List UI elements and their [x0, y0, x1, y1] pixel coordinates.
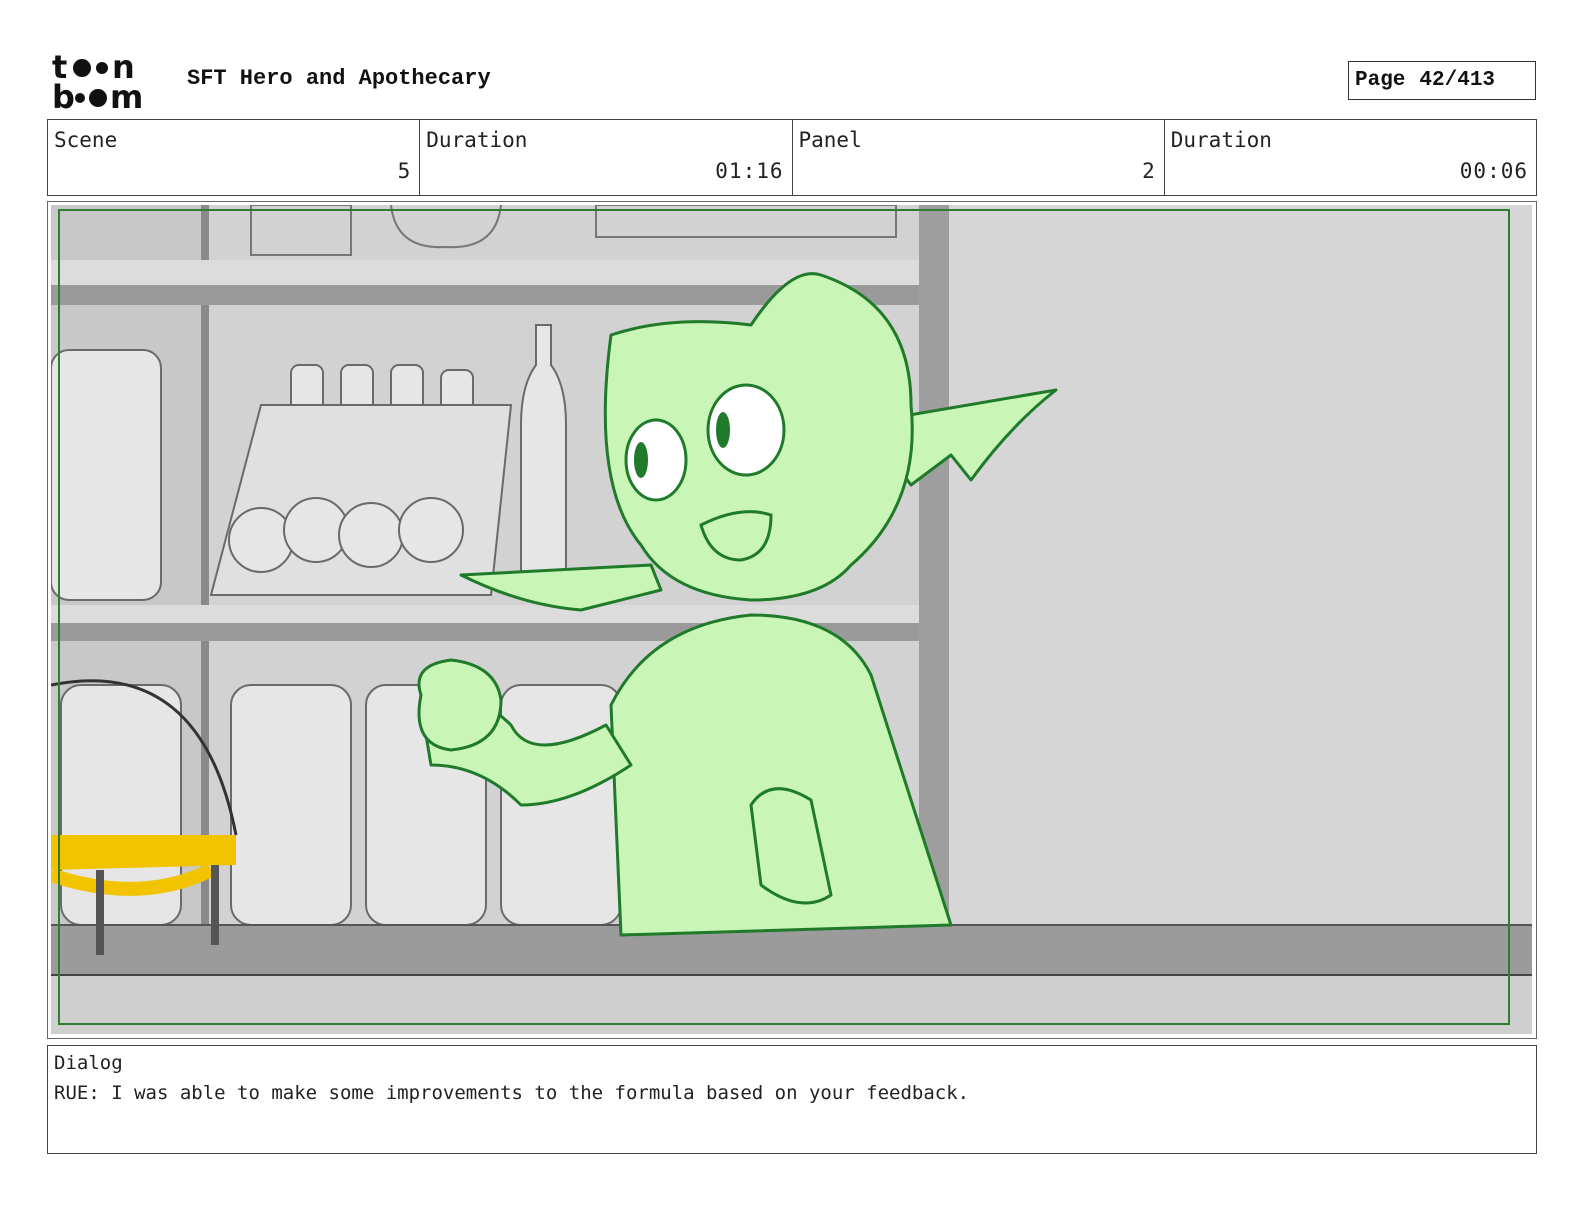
panel-duration-label: Duration	[1170, 128, 1272, 152]
toon-boom-logo: t n b m	[50, 48, 165, 116]
panel-value: 2	[1142, 159, 1156, 183]
svg-text:m: m	[110, 78, 143, 112]
panel-duration-value: 00:06	[1459, 159, 1528, 183]
panel-cell: Panel 2	[793, 120, 1165, 195]
scene-value: 5	[397, 159, 412, 183]
scene-duration-value: 01:16	[715, 159, 784, 183]
dialog-text: RUE: I was able to make some improvement…	[54, 1082, 970, 1104]
panel-duration-cell: Duration 00:06	[1165, 120, 1536, 195]
svg-text:b: b	[52, 78, 75, 112]
page-label: Page	[1355, 69, 1406, 92]
dialog-label: Dialog	[54, 1052, 123, 1074]
panel-label: Panel	[798, 128, 862, 152]
page-number: 42/413	[1419, 69, 1496, 92]
scene-duration-label: Duration	[426, 128, 528, 152]
page-indicator: Page 42/413	[1348, 61, 1536, 100]
scene-label: Scene	[54, 128, 118, 152]
project-title: SFT Hero and Apothecary	[187, 66, 491, 91]
storyboard-panel	[47, 201, 1537, 1039]
storyboard-info-row: Scene 5 Duration 01:16 Panel 2 Duration …	[47, 119, 1537, 196]
panel-sketch	[51, 205, 1532, 1034]
scene-cell: Scene 5	[48, 120, 421, 195]
dialog-box: Dialog RUE: I was able to make some impr…	[47, 1045, 1537, 1154]
scene-duration-cell: Duration 01:16	[420, 120, 793, 195]
